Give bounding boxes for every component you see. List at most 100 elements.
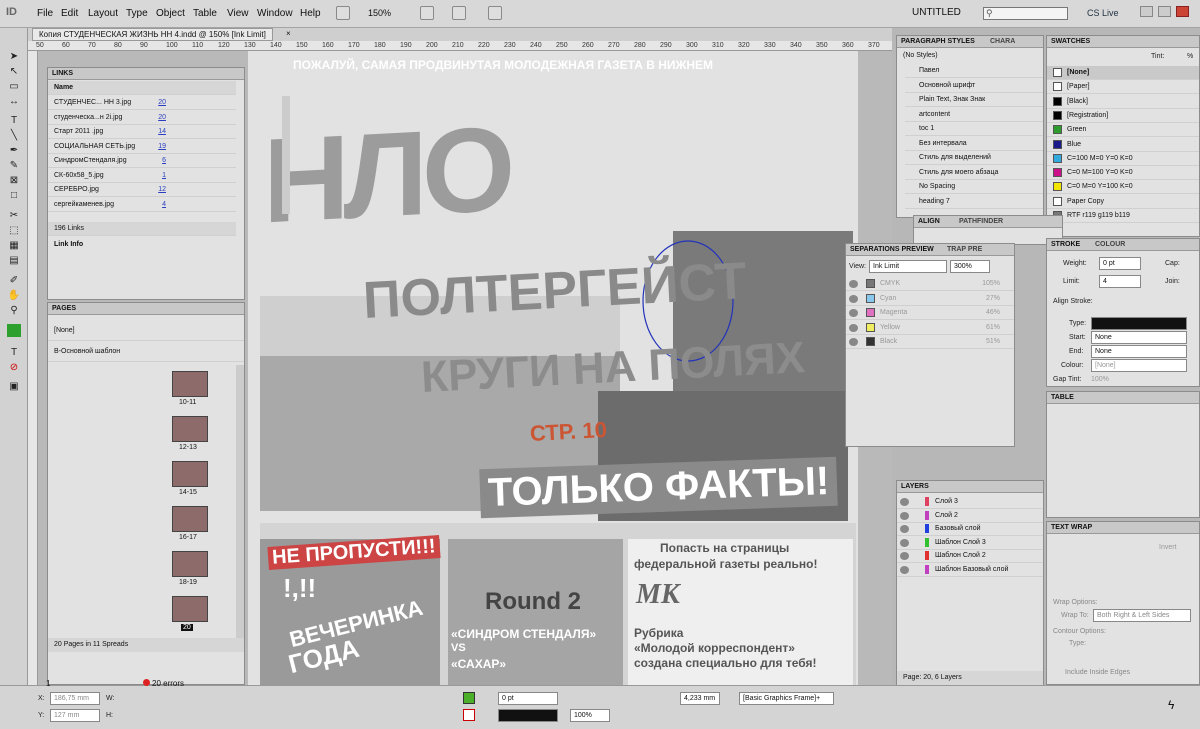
link-page-number[interactable]: 4: [162, 201, 166, 208]
paragraph-style-item[interactable]: Основной шрифт: [905, 79, 1043, 93]
type-tool-icon[interactable]: T: [7, 114, 21, 127]
cs-live-button[interactable]: CS Live: [1087, 8, 1119, 18]
link-row[interactable]: студенческа...н 2i.jpg 20: [48, 111, 236, 125]
eye-visibility-icon[interactable]: [900, 511, 909, 520]
layer-row[interactable]: Слой 3: [897, 495, 1043, 509]
swatches-title[interactable]: SWATCHES: [1047, 36, 1199, 48]
bridge-icon[interactable]: [336, 6, 350, 20]
paragraph-style-item[interactable]: toc 1: [905, 122, 1043, 136]
paragraph-style-item[interactable]: Стиль для выделений: [905, 151, 1043, 165]
link-row[interactable]: СТУДЕНЧЕС... НН 3.jpg 20: [48, 96, 236, 110]
end-select[interactable]: None: [1091, 345, 1187, 358]
gap-colour-select[interactable]: [None]: [1091, 359, 1187, 372]
menu-edit[interactable]: Edit: [61, 8, 78, 19]
paragraph-style-item[interactable]: Стиль для моего абзаца: [905, 166, 1043, 180]
page-thumbnail[interactable]: [172, 416, 208, 442]
eye-visibility-icon[interactable]: [900, 552, 909, 560]
eye-visibility-icon[interactable]: [900, 538, 909, 547]
layer-row[interactable]: Шаблон Слой 3: [897, 536, 1043, 550]
character-styles-tab[interactable]: CHARA: [990, 38, 1015, 45]
paragraph-style-item[interactable]: artcontent: [905, 108, 1043, 122]
pencil-tool-icon[interactable]: ✎: [7, 159, 21, 172]
links-scrollbar[interactable]: [282, 96, 290, 214]
fill-swatch-icon[interactable]: [463, 692, 475, 704]
link-row[interactable]: СК-60х58_5.jpg 1: [48, 169, 236, 183]
view-select[interactable]: Ink Limit: [869, 260, 947, 273]
paragraph-style-item[interactable]: No Spacing: [905, 180, 1043, 194]
eye-visibility-icon[interactable]: [849, 294, 858, 303]
trap-presets-tab[interactable]: TRAP PRE: [947, 246, 982, 253]
pen-tool-icon[interactable]: ✒: [7, 144, 21, 157]
search-input[interactable]: [983, 7, 1068, 20]
free-transform-tool-icon[interactable]: ⬚: [7, 224, 21, 237]
start-select[interactable]: None: [1091, 331, 1187, 344]
colour-tab[interactable]: COLOUR: [1095, 241, 1125, 248]
screen-mode-tool-icon[interactable]: ▣: [7, 380, 21, 393]
layer-row[interactable]: Слой 2: [897, 509, 1043, 523]
menu-help[interactable]: Help: [300, 8, 321, 19]
link-info-label[interactable]: Link Info: [48, 238, 236, 252]
swatch-row[interactable]: Green: [1047, 123, 1199, 138]
layers-title[interactable]: LAYERS: [897, 481, 1043, 493]
swatch-row[interactable]: [None]: [1047, 66, 1199, 80]
paragraph-style-item[interactable]: heading 7: [905, 195, 1043, 209]
pathfinder-tab[interactable]: PATHFINDER: [959, 218, 1003, 225]
object-style-select[interactable]: [Basic Graphics Frame]+: [739, 692, 834, 705]
eye-visibility-icon[interactable]: [849, 280, 858, 288]
ink-row[interactable]: Black 51%: [846, 335, 1014, 349]
layer-row[interactable]: Базовый слой: [897, 522, 1043, 536]
link-page-number[interactable]: 20: [158, 99, 166, 106]
direct-selection-tool-icon[interactable]: ↖: [7, 65, 21, 78]
apply-none-icon[interactable]: ⊘: [7, 361, 21, 374]
eyedropper-tool-icon[interactable]: ✐: [7, 274, 21, 287]
arrange-documents-icon[interactable]: [488, 6, 502, 20]
table-title[interactable]: TABLE: [1047, 392, 1199, 404]
gradient-tool-icon[interactable]: ▦: [7, 239, 21, 252]
page-thumbnail[interactable]: [172, 371, 208, 397]
document-tab[interactable]: Копия СТУДЕНЧЕСКАЯ ЖИЗНЬ НН 4.indd @ 150…: [32, 28, 273, 41]
links-name-column[interactable]: Name: [48, 81, 236, 95]
menu-table[interactable]: Table: [193, 8, 217, 19]
link-page-number[interactable]: 19: [158, 143, 166, 150]
close-button[interactable]: [1176, 6, 1189, 17]
page-tool-icon[interactable]: ▭: [7, 80, 21, 93]
link-row[interactable]: СОЦИАЛЬНАЯ СЕТЬ.jpg 19: [48, 140, 236, 154]
menu-file[interactable]: File: [37, 8, 53, 19]
eye-visibility-icon[interactable]: [849, 309, 858, 317]
ink-row[interactable]: Cyan 27%: [846, 292, 1014, 306]
weight-field[interactable]: 0 pt: [1099, 257, 1141, 270]
stroke-type-select[interactable]: [1091, 317, 1187, 330]
close-tab-icon[interactable]: ×: [286, 29, 291, 38]
link-row[interactable]: Старт 2011 .jpg 14: [48, 125, 236, 139]
invert-checkbox-label[interactable]: Invert: [1159, 544, 1177, 551]
swatch-row[interactable]: C=0 M=100 Y=0 K=0: [1047, 166, 1199, 181]
minimize-button[interactable]: [1140, 6, 1153, 17]
pages-scrollbar[interactable]: [236, 365, 244, 650]
gap-tool-icon[interactable]: ↔: [7, 95, 21, 108]
lightning-icon[interactable]: ϟ: [1168, 698, 1174, 712]
note-tool-icon[interactable]: ▤: [7, 254, 21, 267]
layer-row[interactable]: Шаблон Слой 2: [897, 549, 1043, 563]
paragraph-style-item[interactable]: Павел: [905, 64, 1043, 78]
links-panel-title[interactable]: LINKS: [48, 68, 244, 80]
master-base[interactable]: В-Основной шаблон: [48, 342, 244, 362]
page-number-field[interactable]: 1: [46, 679, 50, 688]
workspace-switcher[interactable]: UNTITLED: [912, 7, 961, 18]
link-page-number[interactable]: 6: [162, 157, 166, 164]
wrap-to-select[interactable]: Both Right & Left Sides: [1093, 609, 1191, 622]
page-thumbnail[interactable]: [172, 506, 208, 532]
paragraph-style-item[interactable]: Без интервала: [905, 137, 1043, 151]
menu-view[interactable]: View: [227, 8, 249, 19]
swatch-row[interactable]: Blue: [1047, 138, 1199, 152]
page-thumbnail[interactable]: [172, 551, 208, 577]
stroke-weight-field[interactable]: 0 pt: [498, 692, 558, 705]
paragraph-styles-title[interactable]: PARAGRAPH STYLES: [897, 36, 1043, 48]
eye-visibility-icon[interactable]: [849, 338, 858, 346]
layer-row[interactable]: Шаблон Базовый слой: [897, 563, 1043, 577]
line-tool-icon[interactable]: ╲: [7, 129, 21, 142]
link-page-number[interactable]: 14: [158, 128, 166, 135]
link-row[interactable]: СиндромСтендаля.jpg 6: [48, 154, 236, 168]
ink-limit-select[interactable]: 300%: [950, 260, 990, 273]
y-field[interactable]: 127 mm: [50, 709, 100, 722]
separations-title[interactable]: SEPARATIONS PREVIEW: [846, 244, 1014, 256]
